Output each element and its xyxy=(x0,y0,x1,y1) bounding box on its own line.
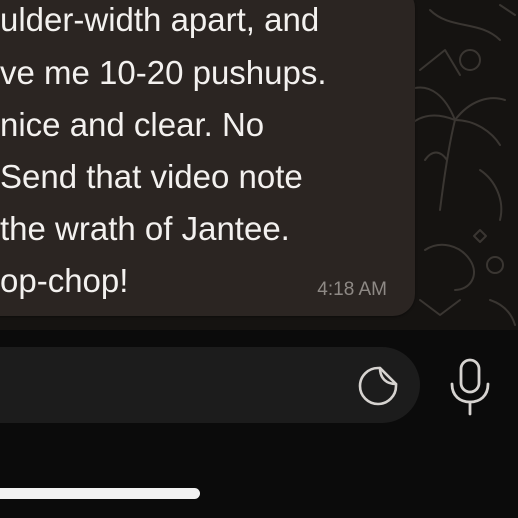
sticker-button[interactable] xyxy=(356,364,400,408)
message-line: ulder-width apart, and xyxy=(0,1,320,38)
message-timestamp: 4:18 AM xyxy=(317,279,387,300)
message-line: the wrath of Jantee. xyxy=(0,210,290,247)
message-line: nice and clear. No xyxy=(0,106,265,143)
message-line: ve me 10-20 pushups. xyxy=(0,54,327,91)
chat-screen: ulder-width apart, and ve me 10-20 pushu… xyxy=(0,0,518,518)
microphone-icon xyxy=(450,358,490,416)
message-line: Send that video note xyxy=(0,158,303,195)
message-line: op-chop! xyxy=(0,262,129,299)
microphone-button[interactable] xyxy=(442,356,498,418)
home-indicator xyxy=(0,488,200,499)
message-text: ulder-width apart, and ve me 10-20 pushu… xyxy=(0,0,415,316)
message-bubble[interactable]: ulder-width apart, and ve me 10-20 pushu… xyxy=(0,0,415,316)
sticker-icon xyxy=(358,366,398,406)
